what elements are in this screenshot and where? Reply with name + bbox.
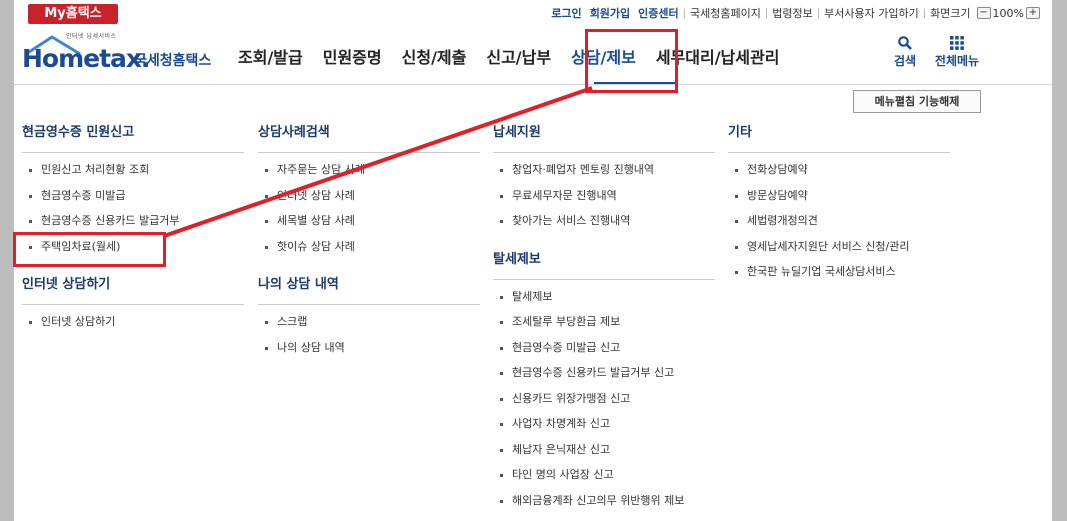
logo-korean-name: 국세청홈택스 bbox=[134, 53, 212, 69]
utility-links: 로그인 회원가입 인증센터 | 국세청홈페이지 | 법령정보 | 부서사용자 가… bbox=[547, 5, 1042, 21]
section-title[interactable]: 현금영수증 민원신고 bbox=[22, 122, 244, 153]
grid-icon bbox=[950, 36, 964, 50]
menu-item[interactable]: 인터넷 상담하기 bbox=[22, 314, 244, 340]
section-title[interactable]: 탈세제보 bbox=[493, 249, 715, 280]
search-icon bbox=[898, 36, 912, 50]
menu-item[interactable]: 현금영수증 미발급 bbox=[22, 188, 244, 214]
menu-item[interactable]: 찾아가는 서비스 진행내역 bbox=[493, 213, 715, 239]
zoom-out-button[interactable]: − bbox=[976, 7, 991, 19]
search-label: 검색 bbox=[893, 54, 917, 68]
menu-item[interactable]: 전화상담예약 bbox=[728, 162, 950, 188]
section-title[interactable]: 인터넷 상담하기 bbox=[22, 274, 244, 305]
login-link[interactable]: 로그인 bbox=[547, 5, 585, 21]
section-list: 인터넷 상담하기 bbox=[22, 305, 244, 350]
logo-brand: Hometax. bbox=[22, 44, 151, 73]
menu-item[interactable]: 무료세무자문 진행내역 bbox=[493, 188, 715, 214]
menu-item[interactable]: 핫이슈 상담 사례 bbox=[258, 239, 480, 265]
menu-item[interactable]: 민원신고 처리현황 조회 bbox=[22, 162, 244, 188]
section-title[interactable]: 기타 bbox=[728, 122, 950, 153]
section-list: 스크랩 나의 상담 내역 bbox=[258, 305, 480, 375]
screen-size-label: 화면크기 bbox=[930, 7, 971, 20]
menu-item[interactable]: 나의 상담 내역 bbox=[258, 340, 480, 366]
search-button[interactable]: 검색 bbox=[875, 34, 935, 69]
global-nav: 조회/발급 민원증명 신청/제출 신고/납부 상담/제보 세무대리/납세관리 bbox=[228, 38, 789, 74]
top-utility-bar: My홈택스 로그인 회원가입 인증센터 | 국세청홈페이지 | 법령정보 | 부… bbox=[14, 0, 1052, 27]
hometax-logo[interactable]: 인터넷 납세서비스 Hometax. 국세청홈택스 bbox=[22, 31, 211, 73]
menu-column-2: 상담사례검색 자주묻는 상담 사례 인터넷 상담 사례 세목별 상담 사례 핫이… bbox=[258, 122, 480, 375]
section-list: 자주묻는 상담 사례 인터넷 상담 사례 세목별 상담 사례 핫이슈 상담 사례 bbox=[258, 153, 480, 274]
menu-item[interactable]: 현금영수증 신용카드 발급거부 신고 bbox=[493, 365, 715, 391]
section-title[interactable]: 상담사례검색 bbox=[258, 122, 480, 153]
menu-column-4: 기타 전화상담예약 방문상담예약 세법령개정의견 영세납세자지원단 서비스 신청… bbox=[728, 122, 950, 300]
law-info-link[interactable]: 법령정보 bbox=[768, 5, 816, 21]
gnb-report-pay[interactable]: 신고/납부 bbox=[476, 38, 561, 74]
menu-item[interactable]: 인터넷 상담 사례 bbox=[258, 188, 480, 214]
header-divider bbox=[14, 84, 1052, 85]
menu-item[interactable]: 세법령개정의견 bbox=[728, 213, 950, 239]
section-list: 전화상담예약 방문상담예약 세법령개정의견 영세납세자지원단 서비스 신청/관리… bbox=[728, 153, 950, 300]
gnb-apply-submit[interactable]: 신청/제출 bbox=[392, 38, 477, 74]
menu-item[interactable]: 타인 명의 사업장 신고 bbox=[493, 467, 715, 493]
zoom-in-button[interactable]: + bbox=[1026, 7, 1040, 19]
menu-item[interactable]: 탈세제보 bbox=[493, 289, 715, 315]
logo-tagline: 인터넷 납세서비스 bbox=[66, 33, 117, 40]
my-hometax-button[interactable]: My홈택스 bbox=[28, 4, 118, 24]
section-title[interactable]: 나의 상담 내역 bbox=[258, 274, 480, 305]
menu-item[interactable]: 신용카드 위장가맹점 신고 bbox=[493, 391, 715, 417]
hometax-page: My홈택스 로그인 회원가입 인증센터 | 국세청홈페이지 | 법령정보 | 부… bbox=[13, 0, 1052, 521]
menu-item[interactable]: 체납자 은닉재산 신고 bbox=[493, 442, 715, 468]
all-menu-label: 전체메뉴 bbox=[934, 54, 980, 68]
menu-expand-toggle-button[interactable]: 메뉴펼침 기능해제 bbox=[853, 90, 981, 113]
zoom-level: 100% bbox=[992, 6, 1024, 20]
section-title[interactable]: 납세지원 bbox=[493, 122, 715, 153]
gnb-civil-certificate[interactable]: 민원증명 bbox=[313, 38, 392, 74]
nts-homepage-link[interactable]: 국세청홈페이지 bbox=[686, 5, 765, 21]
annotation-box-housing-rent bbox=[13, 232, 166, 267]
menu-item[interactable]: 한국판 뉴딜기업 국세상담서비스 bbox=[728, 264, 950, 290]
menu-item[interactable]: 방문상담예약 bbox=[728, 188, 950, 214]
section-list: 탈세제보 조세탈루 부당환급 제보 현금영수증 미발급 신고 현금영수증 신용카… bbox=[493, 280, 715, 521]
menu-column-3: 납세지원 창업자·폐업자 멘토링 진행내역 무료세무자문 진행내역 찾아가는 서… bbox=[493, 122, 715, 521]
cert-center-link[interactable]: 인증센터 bbox=[634, 5, 682, 21]
all-menu-button[interactable]: 전체메뉴 bbox=[927, 34, 987, 69]
dept-user-signup-link[interactable]: 부서사용자 가입하기 bbox=[820, 5, 923, 21]
menu-item[interactable]: 세목별 상담 사례 bbox=[258, 213, 480, 239]
menu-item[interactable]: 사업자 차명계좌 신고 bbox=[493, 416, 715, 442]
menu-item[interactable]: 자주묻는 상담 사례 bbox=[258, 162, 480, 188]
menu-item[interactable]: 해외금융계좌 신고의무 위반행위 제보 bbox=[493, 493, 715, 519]
signup-link[interactable]: 회원가입 bbox=[586, 5, 634, 21]
menu-item[interactable]: 조세탈루 부당환급 제보 bbox=[493, 314, 715, 340]
menu-item[interactable]: 영세납세자지원단 서비스 신청/관리 bbox=[728, 239, 950, 265]
annotation-box-consult-tab bbox=[585, 29, 678, 93]
menu-item[interactable]: 현금영수증 미발급 신고 bbox=[493, 340, 715, 366]
menu-item[interactable]: 스크랩 bbox=[258, 314, 480, 340]
section-list: 창업자·폐업자 멘토링 진행내역 무료세무자문 진행내역 찾아가는 서비스 진행… bbox=[493, 153, 715, 249]
menu-item[interactable]: 창업자·폐업자 멘토링 진행내역 bbox=[493, 162, 715, 188]
gnb-inquiry-issue[interactable]: 조회/발급 bbox=[228, 38, 313, 74]
